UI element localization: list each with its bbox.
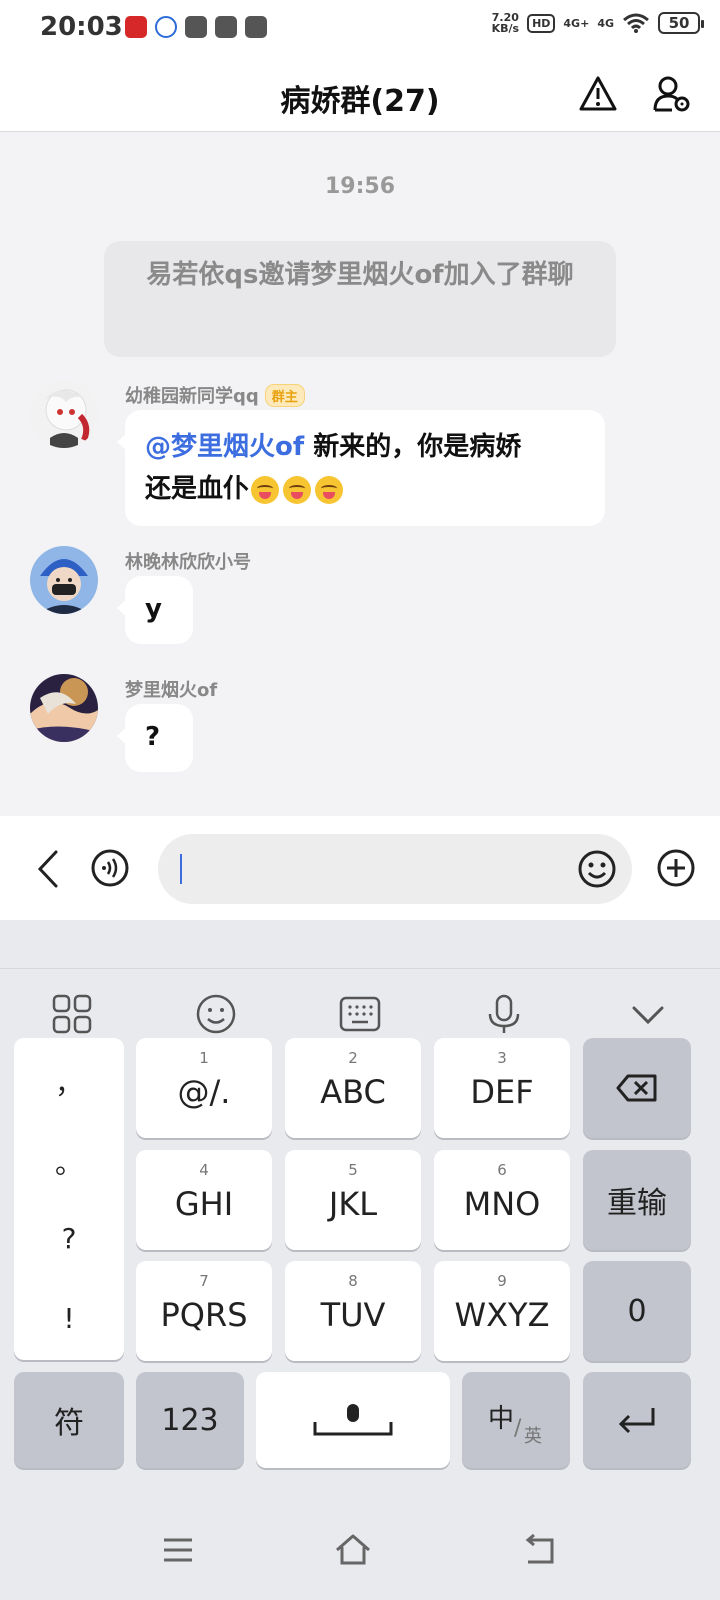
message-input[interactable]: [158, 834, 632, 904]
group-settings-icon[interactable]: [652, 74, 692, 114]
status-bar: 20:03 7.20 KB/s HD 4G+ 4G 50: [0, 0, 720, 56]
home-icon[interactable]: [333, 1530, 373, 1570]
message-input-bar: [0, 816, 720, 920]
yum-emoji-icon: [251, 475, 280, 504]
reenter-key[interactable]: 重输: [583, 1150, 691, 1250]
back-icon[interactable]: [520, 1530, 560, 1570]
avatar[interactable]: [30, 546, 98, 614]
divider: [0, 968, 720, 969]
key-8[interactable]: 8 TUV: [285, 1261, 421, 1361]
hd-voice-icon: HD: [527, 13, 556, 33]
status-time: 20:03: [40, 12, 123, 42]
key-5[interactable]: 5 JKL: [285, 1150, 421, 1250]
baidu-notification-icon: [155, 16, 177, 38]
notification-icons: [125, 16, 267, 38]
chevron-left-icon[interactable]: [34, 848, 62, 890]
sender-name: 幼稚园新同学qq 群主: [125, 382, 305, 408]
message-bubble[interactable]: y: [117, 576, 193, 644]
language-switch-key[interactable]: 中 / 英: [462, 1372, 570, 1468]
keyboard-switch-icon[interactable]: [338, 992, 382, 1036]
key-7[interactable]: 7 PQRS: [136, 1261, 272, 1361]
numbers-key[interactable]: 123: [136, 1372, 244, 1468]
signal-sim1-icon: 4G+: [563, 16, 590, 30]
punctuation-key[interactable]: ， 。 ? !: [14, 1038, 124, 1360]
chat-area[interactable]: 19:56 易若依qs邀请梦里烟火of加入了群聊 幼稚园新同学qq 群主 @梦里…: [0, 132, 720, 816]
enter-icon: [618, 1408, 655, 1434]
text-cursor: [180, 854, 182, 884]
symbols-key[interactable]: 符: [14, 1372, 124, 1468]
signal-sim2-icon: 4G: [597, 16, 614, 30]
zero-key[interactable]: 0: [583, 1261, 691, 1361]
backspace-key[interactable]: [583, 1038, 691, 1138]
yum-emoji-icon: [315, 475, 344, 504]
key-2[interactable]: 2 ABC: [285, 1038, 421, 1138]
system-nav-bar: [0, 1500, 720, 1600]
network-speed: 7.20 KB/s: [491, 11, 520, 35]
message-timestamp: 19:56: [324, 174, 396, 199]
chat-header: 病娇群(27): [0, 56, 720, 132]
warning-icon[interactable]: [578, 74, 618, 114]
yum-emoji-icon: [283, 475, 312, 504]
voice-input-icon[interactable]: [90, 848, 130, 888]
key-3[interactable]: 3 DEF: [434, 1038, 570, 1138]
space-key[interactable]: [256, 1372, 450, 1468]
chevron-down-icon[interactable]: [626, 992, 670, 1036]
microphone-icon[interactable]: [482, 992, 526, 1036]
emoji-icon[interactable]: [576, 848, 618, 890]
wifi-icon: [623, 13, 649, 33]
plus-circle-icon[interactable]: [656, 848, 696, 888]
group-owner-badge: 群主: [264, 383, 305, 407]
mention-link[interactable]: @梦里烟火of: [145, 432, 304, 462]
compass-notification-icon: [215, 16, 237, 38]
emoji-keyboard-icon[interactable]: [194, 992, 238, 1036]
keyboard: ， 。 ? ! 1 @/. 2 ABC 3 DEF 4 GHI 5 JKL 6 …: [0, 920, 720, 1600]
menu-icon[interactable]: [158, 1530, 198, 1570]
key-6[interactable]: 6 MNO: [434, 1150, 570, 1250]
space-mic-icon: [313, 1404, 393, 1436]
apps-grid-icon[interactable]: [50, 992, 94, 1036]
weibo-notification-icon: [125, 16, 147, 38]
message-bubble[interactable]: ?: [117, 704, 193, 772]
play-notification-icon: [245, 16, 267, 38]
backspace-icon: [616, 1074, 657, 1102]
sender-name: 林晚林欣欣小号: [125, 552, 251, 573]
system-message: 易若依qs邀请梦里烟火of加入了群聊: [104, 241, 616, 357]
key-9[interactable]: 9 WXYZ: [434, 1261, 570, 1361]
key-1[interactable]: 1 @/.: [136, 1038, 272, 1138]
avatar[interactable]: [30, 674, 98, 742]
avatar[interactable]: [30, 380, 98, 448]
mail-notification-icon: [185, 16, 207, 38]
message-bubble[interactable]: @梦里烟火of 新来的，你是病娇 还是血仆: [117, 410, 605, 526]
status-indicators: 7.20 KB/s HD 4G+ 4G 50: [491, 11, 704, 35]
key-4[interactable]: 4 GHI: [136, 1150, 272, 1250]
battery-icon: 50: [658, 12, 704, 34]
enter-key[interactable]: [583, 1372, 691, 1468]
sender-name: 梦里烟火of: [125, 680, 218, 701]
